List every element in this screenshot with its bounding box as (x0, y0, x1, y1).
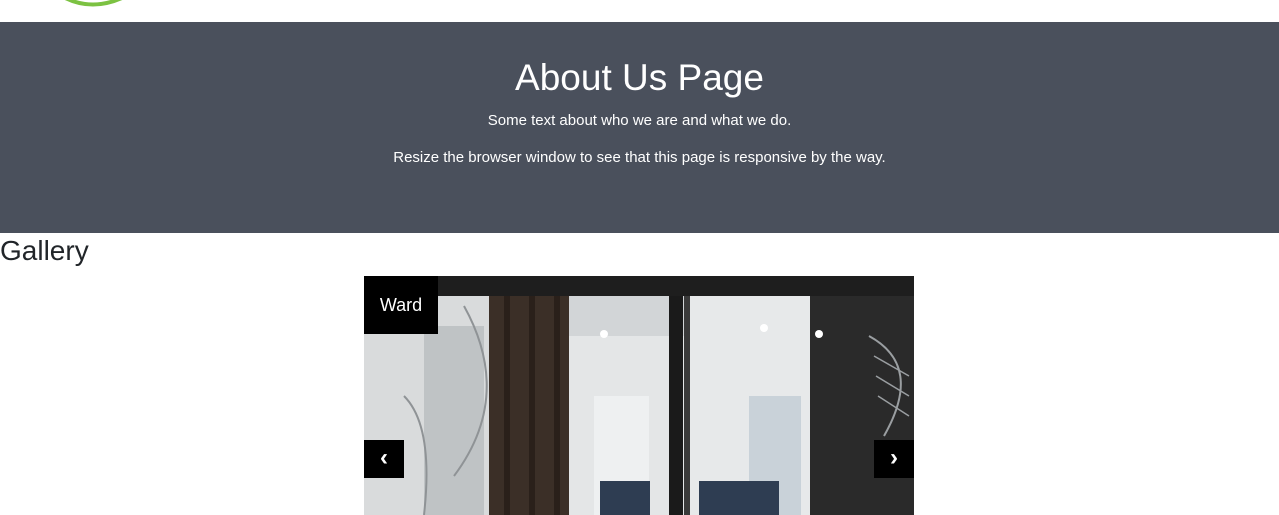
page-title: About Us Page (515, 57, 764, 98)
slide-caption: Ward (364, 276, 438, 334)
hero-text-responsive: Resize the browser window to see that th… (393, 149, 886, 166)
carousel-next-button[interactable]: › (874, 440, 914, 478)
hero-text-about: Some text about who we are and what we d… (487, 112, 792, 129)
logo-wordmark (150, 0, 300, 4)
site-header (0, 0, 1279, 22)
carousel-prev-button[interactable]: ‹ (364, 440, 404, 478)
chevron-left-icon: ‹ (380, 444, 388, 471)
chevron-right-icon: › (890, 444, 898, 471)
gallery-heading: Gallery (0, 235, 89, 266)
about-hero: About Us Page Some text about who we are… (0, 22, 1279, 233)
logo-icon[interactable] (50, 0, 140, 12)
gallery-carousel[interactable]: Ward ‹ › (364, 276, 914, 515)
hospital-ward-image (364, 276, 914, 515)
